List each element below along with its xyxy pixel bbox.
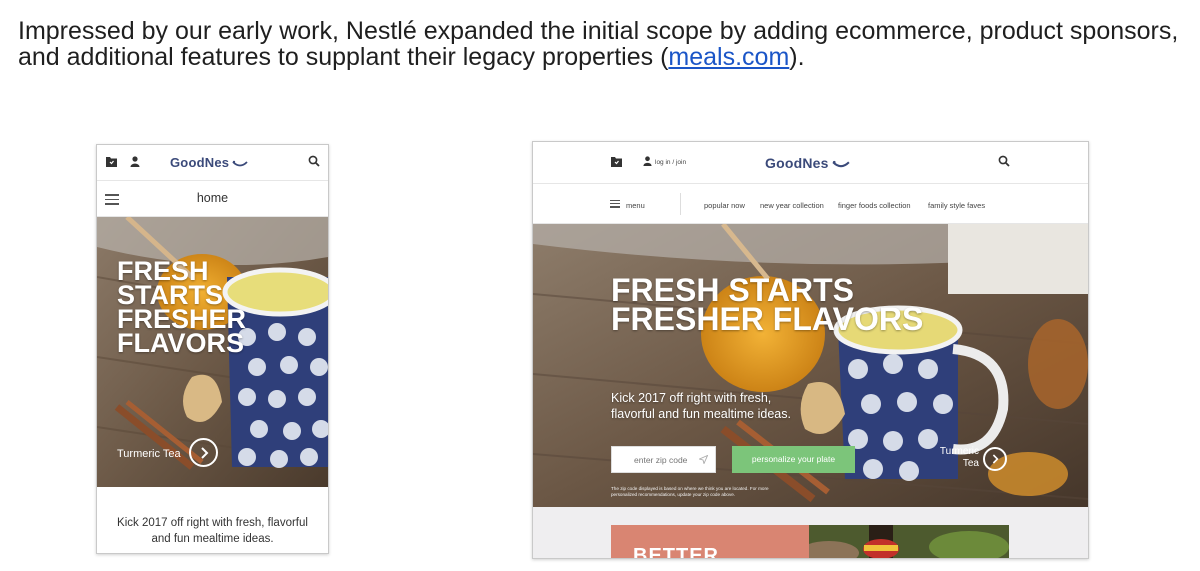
zip-disclaimer: The zip code displayed is based on where… <box>611 486 769 497</box>
location-arrow-icon[interactable] <box>699 455 708 464</box>
caption-text: Impressed by our early work, Nestlé expa… <box>18 17 1179 71</box>
promo-card[interactable]: BETTER <box>611 525 809 559</box>
promo-heading: BETTER <box>633 545 719 559</box>
mobile-mockup: GoodNes home FRESH STARTS FRESHER FLAVOR… <box>96 144 329 554</box>
hero-caption: Turmeric Tea <box>939 446 979 470</box>
desktop-mockup: log in / join GoodNes menu popular now n… <box>532 141 1089 559</box>
meals-link[interactable]: meals.com <box>668 43 789 71</box>
menu-icon[interactable] <box>610 200 620 210</box>
hero-caption-line: Tea <box>962 458 979 469</box>
desktop-nav-bar: menu popular now new year collection fin… <box>533 184 1088 224</box>
nav-finger-foods-collection[interactable]: finger foods collection <box>838 201 911 210</box>
search-icon[interactable] <box>998 155 1010 167</box>
promo-section: BETTER <box>533 507 1088 559</box>
mobile-hero: FRESH STARTS FRESHER FLAVORS Turmeric Te… <box>97 217 328 487</box>
chevron-right-icon <box>992 454 999 464</box>
hero-line: FRESHER FLAVORS <box>611 301 924 337</box>
user-icon[interactable] <box>643 156 652 166</box>
mobile-nav-bar: home <box>97 181 328 217</box>
smile-logo-icon <box>232 160 248 166</box>
brand-logo[interactable]: GoodNes <box>170 155 248 170</box>
brand-name: GoodNes <box>765 155 829 171</box>
mobile-intro-text: Kick 2017 off right with fresh, flavorfu… <box>117 517 308 545</box>
hero-line: FLAVORS <box>117 328 244 358</box>
hero-subtitle: Kick 2017 off right with fresh, flavorfu… <box>611 391 791 421</box>
search-icon[interactable] <box>308 155 320 167</box>
nav-new-year-collection[interactable]: new year collection <box>760 201 824 210</box>
nav-divider <box>680 193 681 215</box>
login-link[interactable]: log in / join <box>655 159 686 166</box>
chevron-right-icon <box>200 446 208 459</box>
desktop-header: log in / join GoodNes <box>533 142 1088 184</box>
next-slide-button[interactable] <box>189 438 218 467</box>
hero-caption-line: Turmeric <box>939 446 979 457</box>
recipe-box-icon[interactable] <box>105 156 118 168</box>
smile-logo-icon <box>832 160 850 167</box>
menu-label[interactable]: menu <box>626 201 645 210</box>
personalize-plate-button[interactable]: personalize your plate <box>732 446 855 473</box>
mobile-header: GoodNes <box>97 145 328 181</box>
mobile-hero-title: FRESH STARTS FRESHER FLAVORS <box>117 258 246 358</box>
user-icon[interactable] <box>130 156 140 167</box>
recipe-box-icon[interactable] <box>610 156 623 168</box>
brand-logo[interactable]: GoodNes <box>765 155 850 171</box>
brand-name: GoodNes <box>170 155 230 170</box>
desktop-hero-title: FRESH STARTS FRESHER FLAVORS <box>611 274 924 337</box>
desktop-hero: FRESH STARTS FRESHER FLAVORS Kick 2017 o… <box>533 224 1088 507</box>
slide-caption: Impressed by our early work, Nestlé expa… <box>18 18 1188 70</box>
caption-text-end: ). <box>789 43 805 71</box>
hero-caption: Turmeric Tea <box>117 448 181 460</box>
nav-family-style-faves[interactable]: family style faves <box>928 201 985 210</box>
mobile-nav-label[interactable]: home <box>97 191 328 205</box>
nav-popular-now[interactable]: popular now <box>704 201 745 210</box>
promo-image[interactable] <box>809 525 1009 559</box>
next-slide-button[interactable] <box>983 447 1007 471</box>
